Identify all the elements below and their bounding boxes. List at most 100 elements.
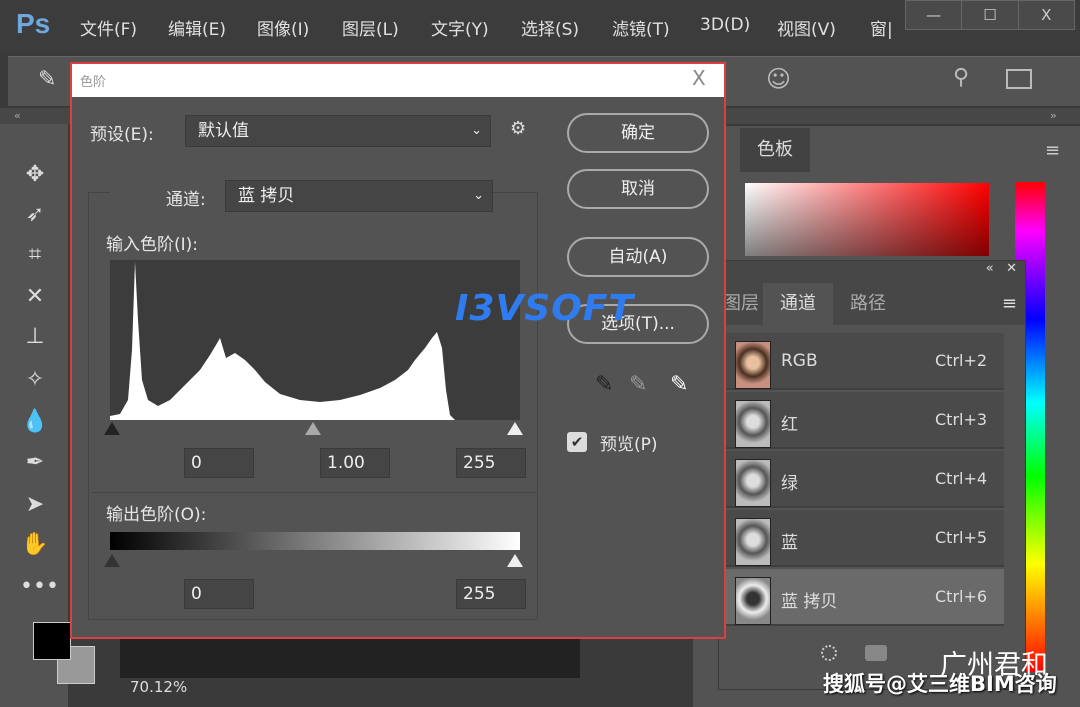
menu-layer[interactable]: 图层(L) (342, 15, 399, 40)
menu-file[interactable]: 文件(F) (80, 15, 137, 40)
eyedropper-icon[interactable]: ✎ (38, 67, 56, 92)
panel-menu-icon[interactable]: ≡ (903, 283, 1025, 325)
collapse-icon[interactable]: « (986, 261, 994, 276)
close-icon[interactable]: ✕ (1006, 261, 1017, 276)
crop-tool-icon[interactable]: ⌗ (20, 242, 50, 267)
preview-label: 预览(P) (600, 435, 658, 455)
load-selection-icon[interactable] (821, 645, 837, 661)
gear-icon[interactable]: ⚙ (510, 118, 526, 139)
collapse-right-icon[interactable]: » (1050, 109, 1057, 122)
color-field[interactable] (745, 183, 989, 256)
channel-shortcut: Ctrl+3 (935, 410, 988, 429)
channel-value: 蓝 拷贝 (238, 186, 295, 206)
menu-image[interactable]: 图像(I) (257, 15, 309, 40)
channel-row-green[interactable]: 绿 Ctrl+4 (719, 451, 1004, 508)
save-mask-icon[interactable] (865, 645, 887, 661)
preview-checkbox[interactable]: ✔ (567, 432, 587, 452)
chevron-down-icon: ⌄ (473, 188, 484, 203)
black-eyedropper-icon[interactable]: ✎ (595, 372, 613, 397)
channel-name: 红 (781, 415, 798, 435)
histogram (110, 260, 520, 420)
channel-label: 通道: (166, 190, 206, 210)
dialog-titlebar: 色阶 X (72, 64, 724, 97)
channel-thumbnail (735, 459, 771, 507)
input-white-slider[interactable] (507, 422, 523, 435)
cancel-button[interactable]: 取消 (567, 169, 709, 209)
menu-select[interactable]: 选择(S) (521, 15, 579, 40)
channel-name: 绿 (781, 474, 798, 494)
white-eyedropper-icon[interactable]: ✎ (670, 372, 688, 397)
stamp-tool-icon[interactable]: ⊥ (20, 324, 50, 349)
input-black-slider[interactable] (104, 422, 120, 435)
menu-type[interactable]: 文字(Y) (431, 15, 489, 40)
input-black-field[interactable]: 0 (184, 448, 254, 478)
channel-row-rgb[interactable]: RGB Ctrl+2 (719, 333, 1004, 390)
channel-row-blue-copy[interactable]: 蓝 拷贝 Ctrl+6 (719, 569, 1004, 626)
minimize-button[interactable]: — (906, 1, 963, 29)
input-gamma-field[interactable]: 1.00 (320, 448, 390, 478)
channel-row-red[interactable]: 红 Ctrl+3 (719, 392, 1004, 449)
close-window-button[interactable]: X (1019, 1, 1074, 29)
output-white-field[interactable]: 255 (456, 579, 526, 609)
blur-tool-icon[interactable]: 💧 (20, 409, 50, 434)
select-tool-icon[interactable]: ➤ (20, 492, 50, 517)
output-gradient (110, 532, 520, 550)
hand-tool-icon[interactable]: ✋ (20, 532, 50, 557)
channel-shortcut: Ctrl+5 (935, 528, 988, 547)
channel-thumbnail (735, 341, 771, 389)
watermark-logo: I3VSOFT (455, 288, 634, 329)
output-white-slider[interactable] (507, 554, 523, 567)
dialog-title: 色阶 (80, 75, 107, 90)
canvas-area[interactable] (120, 638, 580, 678)
channel-select[interactable]: 蓝 拷贝 ⌄ (225, 180, 493, 212)
preset-label: 预设(E): (90, 125, 154, 145)
tools-panel: ✥ ➶ ⌗ ✕ ⊥ ✧ 💧 ✒ ➤ ✋ ••• (0, 124, 68, 707)
input-white-field[interactable]: 255 (456, 448, 526, 478)
preset-value: 默认值 (198, 121, 249, 141)
channel-name: 蓝 拷贝 (781, 592, 838, 612)
levels-dialog: 色阶 X 预设(E): 默认值 ⌄ ⚙ 确定 取消 自动(A) 选项(T)... … (70, 62, 726, 639)
channels-panel: « ✕ 图层 通道 路径 ≡ RGB Ctrl+2 红 Ctrl+3 绿 Ctr… (718, 260, 1026, 690)
channel-thumbnail (735, 400, 771, 448)
channel-name: RGB (781, 351, 818, 371)
move-tool-icon[interactable]: ✥ (20, 162, 50, 187)
input-levels-label: 输入色阶(I): (106, 235, 199, 255)
channel-shortcut: Ctrl+2 (935, 351, 988, 370)
panel-menu-icon[interactable]: ≡ (1045, 140, 1060, 161)
output-black-slider[interactable] (104, 554, 120, 567)
workspace-icon[interactable] (1006, 69, 1032, 89)
output-black-field[interactable]: 0 (184, 579, 254, 609)
eraser-tool-icon[interactable]: ✧ (20, 367, 50, 392)
ps-logo: Ps (16, 8, 51, 39)
menu-3d[interactable]: 3D(D) (700, 15, 750, 35)
menu-bar: Ps 文件(F) 编辑(E) 图像(I) 图层(L) 文字(Y) 选择(S) 滤… (0, 0, 1080, 52)
menu-view[interactable]: 视图(V) (777, 15, 836, 40)
foreground-color-swatch[interactable] (33, 622, 71, 660)
search-icon[interactable]: ⚲ (953, 65, 969, 90)
menu-edit[interactable]: 编辑(E) (168, 15, 226, 40)
collapse-left-icon[interactable]: « (14, 109, 21, 122)
tab-channels[interactable]: 通道 (763, 283, 833, 325)
channel-shortcut: Ctrl+6 (935, 587, 988, 606)
preset-select[interactable]: 默认值 ⌄ (185, 115, 491, 147)
channel-row-blue[interactable]: 蓝 Ctrl+5 (719, 510, 1004, 567)
menu-filter[interactable]: 滤镜(T) (612, 15, 670, 40)
channel-thumbnail (735, 518, 771, 566)
dialog-close-button[interactable]: X (692, 66, 706, 90)
auto-button[interactable]: 自动(A) (567, 237, 709, 277)
menu-window[interactable]: 窗| (870, 15, 893, 40)
maximize-button[interactable]: ☐ (962, 1, 1019, 29)
frame-tool-icon[interactable]: ✕ (20, 284, 50, 309)
gray-eyedropper-icon[interactable]: ✎ (629, 372, 647, 397)
channel-thumbnail (735, 577, 771, 625)
chevron-down-icon: ⌄ (471, 123, 482, 138)
face-icon[interactable]: ☺ (766, 65, 791, 93)
input-gamma-slider[interactable] (305, 422, 321, 435)
more-tools-icon[interactable]: ••• (20, 574, 59, 599)
ok-button[interactable]: 确定 (567, 113, 709, 153)
watermark-source: 搜狐号@艾三维BIM咨询 (823, 672, 1057, 696)
pen-tool-icon[interactable]: ✒ (20, 450, 50, 475)
tab-paths[interactable]: 路径 (833, 283, 903, 325)
lasso-tool-icon[interactable]: ➶ (20, 202, 50, 227)
tab-swatches[interactable]: 色板 (740, 128, 810, 172)
